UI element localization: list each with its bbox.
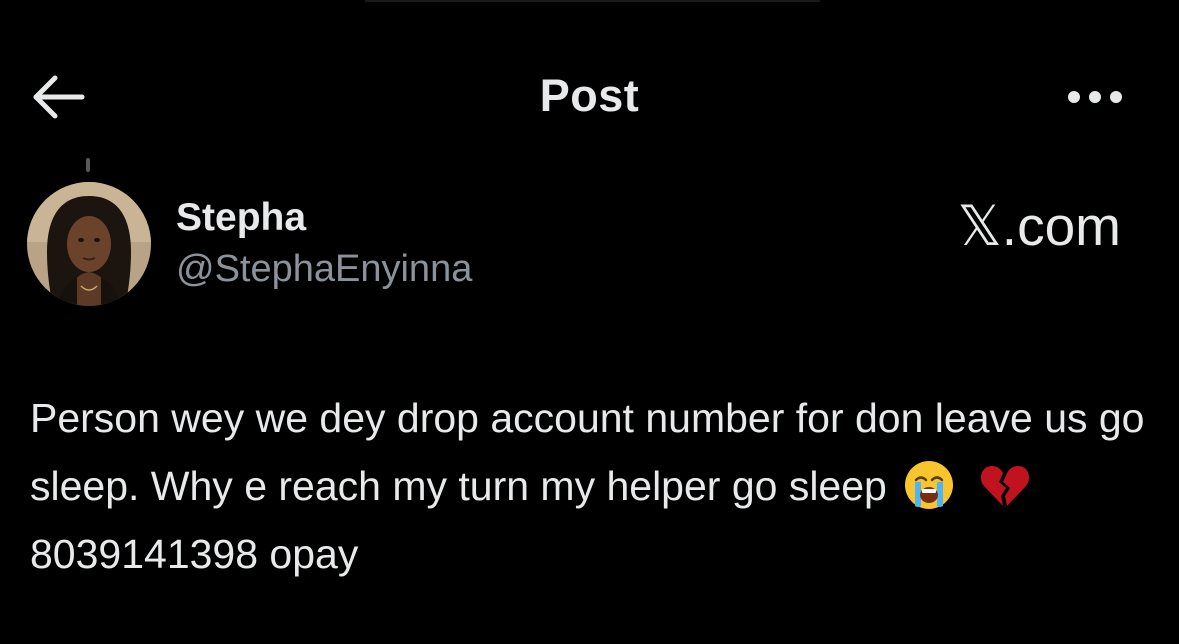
account-number-text: 8039141398 opay — [30, 531, 359, 577]
more-horizontal-icon — [1068, 91, 1122, 103]
loudly-crying-face-icon — [902, 458, 956, 512]
author-display-name[interactable]: Stepha — [176, 196, 306, 240]
post-body: Person wey we dey drop account number fo… — [30, 384, 1155, 588]
thread-connector-line — [86, 158, 90, 172]
more-options-button[interactable] — [1062, 82, 1128, 112]
profile-photo-image — [27, 182, 151, 306]
post-header: Post — [0, 50, 1179, 145]
page-title: Post — [539, 70, 640, 121]
top-divider — [365, 0, 820, 2]
broken-heart-icon — [978, 458, 1032, 512]
author-handle[interactable]: @StephaEnyinna — [176, 248, 472, 291]
avatar[interactable] — [27, 182, 151, 306]
x-watermark: 𝕏.com — [957, 195, 1122, 257]
